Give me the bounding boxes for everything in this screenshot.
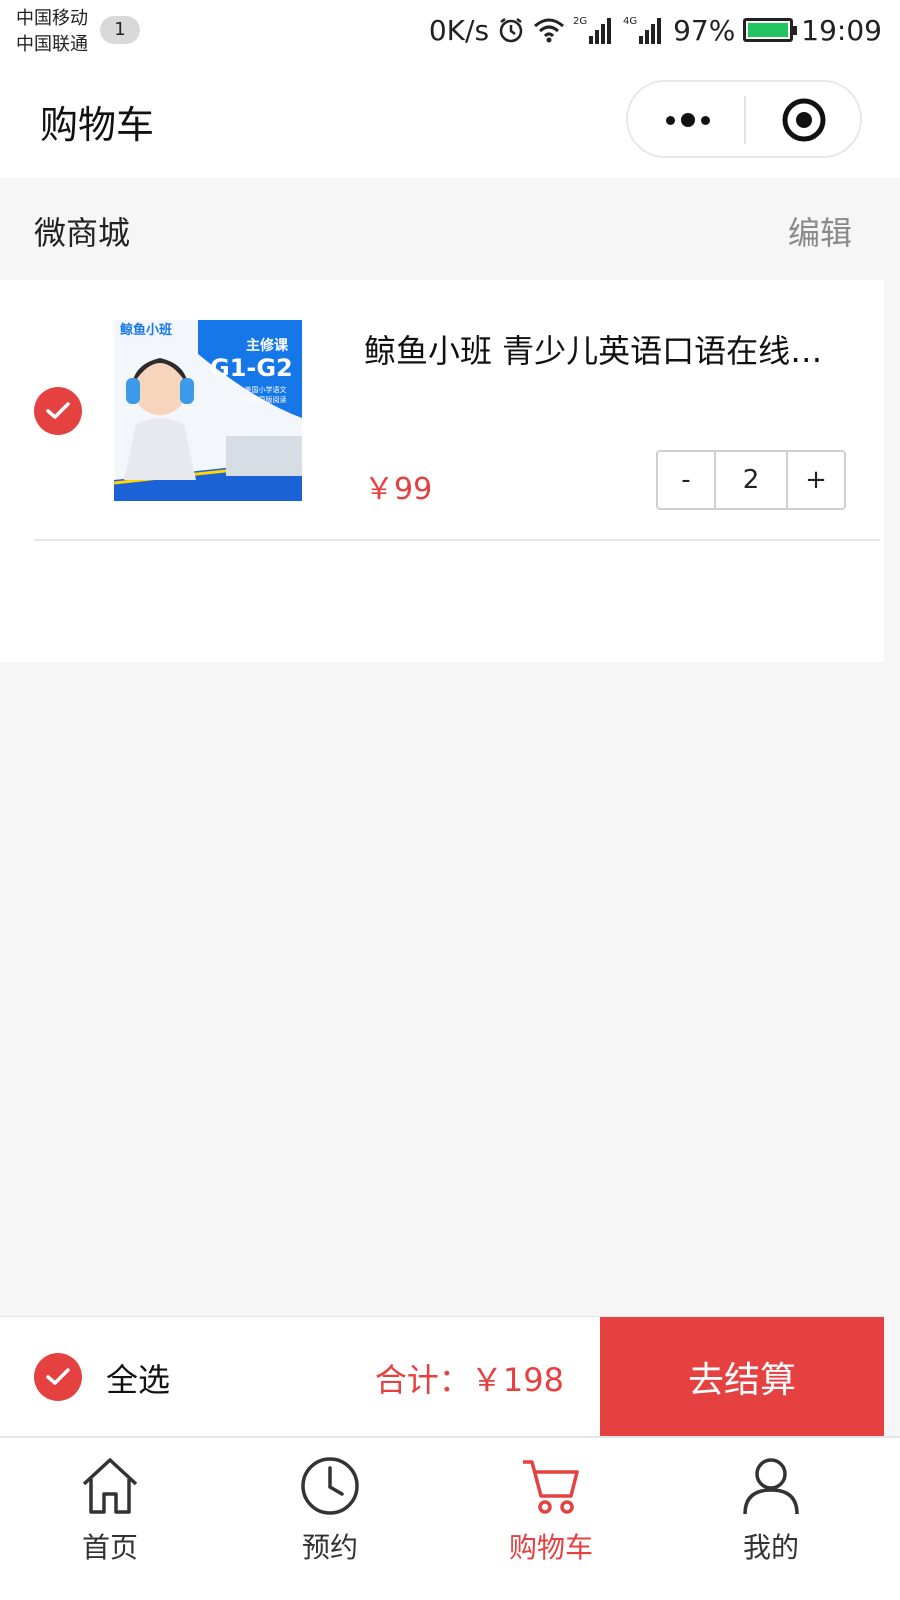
signal-2g-label: 2G [573, 16, 587, 27]
user-icon [743, 1458, 799, 1515]
more-dot-icon [681, 113, 695, 127]
page-title: 购物车 [40, 103, 155, 147]
cart-icon [523, 1460, 579, 1514]
select-all-label[interactable]: 全选 [106, 1355, 170, 1401]
home-icon [82, 1458, 138, 1514]
carrier-1: 中国移动 [16, 8, 88, 29]
tab-booking[interactable]: 预约 [270, 1448, 390, 1588]
check-icon [46, 1368, 70, 1385]
shop-name: 微商城 [34, 214, 131, 252]
target-icon [782, 98, 826, 142]
status-indicators: 0K/s 2G 4G 97% 19:09 [429, 10, 882, 50]
signal-2g-icon: 2G [573, 14, 615, 46]
tab-label: 我的 [742, 1531, 799, 1564]
checkout-button[interactable]: 去结算 [600, 1317, 884, 1436]
clock-time: 19:09 [801, 13, 882, 47]
nav-bar: 购物车 [0, 64, 900, 178]
alarm-icon [497, 16, 525, 44]
close-miniprogram-button[interactable] [780, 96, 828, 144]
tab-bar: 首页 预约 购物车 我的 [0, 1436, 900, 1600]
tab-label: 购物车 [508, 1531, 593, 1564]
carrier-info: 中国移动 中国联通 [16, 6, 88, 58]
product-title[interactable]: 鲸鱼小班 青少儿英语口语在线学习课程 [364, 326, 854, 372]
quantity-value[interactable]: 2 [714, 452, 788, 508]
tab-home[interactable]: 首页 [50, 1448, 170, 1588]
tab-mine[interactable]: 我的 [711, 1448, 831, 1588]
select-all-checkbox[interactable] [34, 1353, 82, 1401]
quantity-stepper: - 2 + [656, 450, 846, 510]
capsule-divider [744, 96, 746, 144]
network-speed: 0K/s [428, 13, 490, 47]
tab-label: 预约 [301, 1531, 358, 1564]
thumb-grade: G1-G2 [210, 354, 293, 382]
signal-4g-icon: 4G [623, 14, 665, 46]
item-divider [34, 539, 880, 541]
cart-list: 鲸鱼小班 主修课 G1-G2 · 美国小学语文 · 经典原版阅读 鲸鱼小班 青少… [0, 280, 884, 662]
thumb-note-2: · 经典原版阅读 [240, 395, 286, 404]
shop-header: 微商城 编辑 [0, 178, 884, 280]
clock-icon [301, 1457, 359, 1515]
wifi-icon [533, 16, 565, 44]
tab-cart[interactable]: 购物车 [491, 1448, 611, 1588]
checkout-bar: 全选 合计：￥198 去结算 [0, 1316, 884, 1436]
thumb-course: 主修课 [246, 337, 289, 354]
product-thumbnail[interactable]: 鲸鱼小班 主修课 G1-G2 · 美国小学语文 · 经典原版阅读 [114, 320, 302, 501]
more-dot-icon [666, 115, 675, 125]
thumb-note-1: · 美国小学语文 [240, 385, 286, 394]
thumb-brand: 鲸鱼小班 [120, 322, 172, 338]
battery-icon [743, 18, 798, 42]
signal-4g-label: 4G [623, 16, 637, 27]
edit-button[interactable]: 编辑 [788, 208, 852, 254]
more-menu-button[interactable] [656, 104, 720, 136]
sim-badge: 1 [100, 16, 140, 44]
more-dot-icon [701, 115, 710, 125]
increase-quantity-button[interactable]: + [788, 452, 844, 508]
total-price: 合计：￥198 [374, 1361, 564, 1399]
battery-percent: 97% [673, 13, 736, 47]
decrease-quantity-button[interactable]: - [658, 452, 714, 508]
tab-label: 首页 [81, 1531, 138, 1564]
status-bar: 中国移动 中国联通 1 0K/s 2G 4G 97% 19:09 [0, 0, 900, 64]
item-checkbox[interactable] [34, 387, 82, 435]
check-icon [46, 402, 70, 419]
carrier-2: 中国联通 [16, 34, 88, 55]
product-price: ￥99 [364, 472, 433, 507]
miniprogram-capsule [626, 80, 862, 158]
